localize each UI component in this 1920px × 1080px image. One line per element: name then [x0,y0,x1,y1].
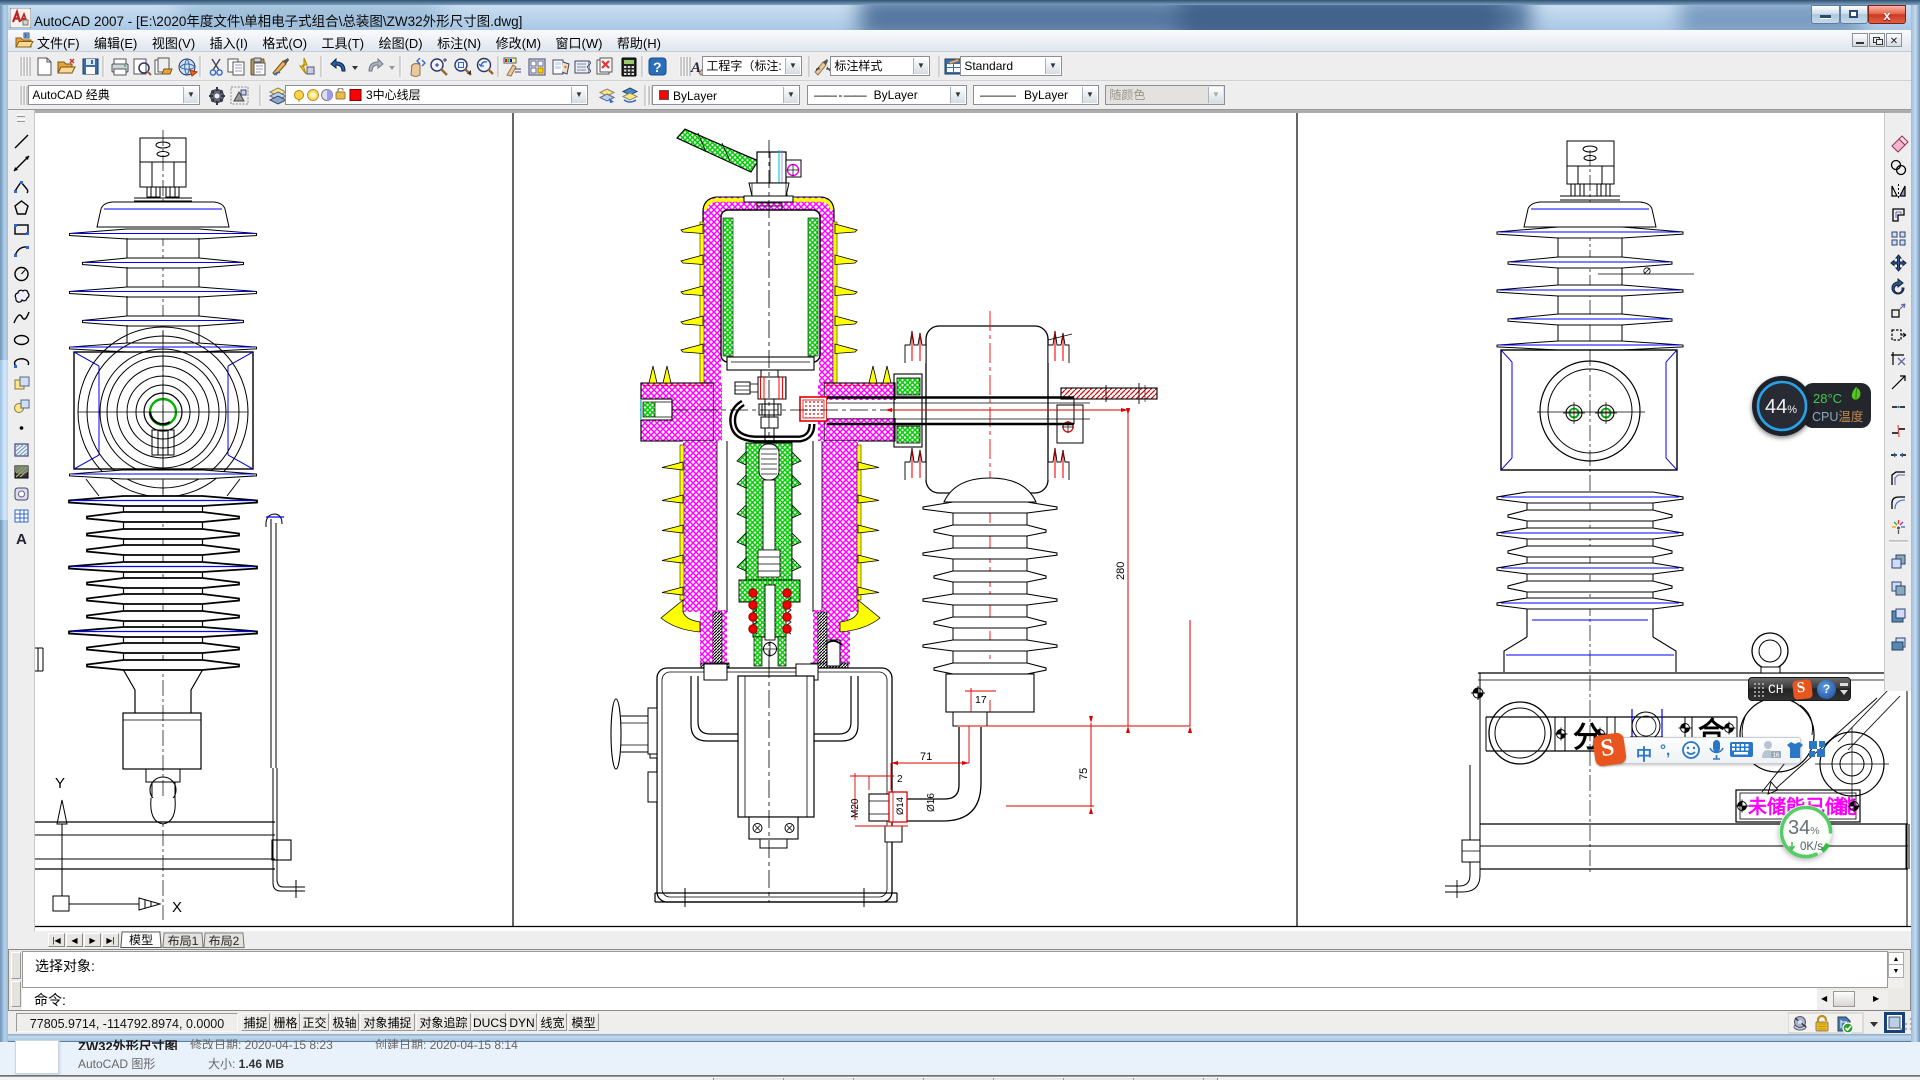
svg-text:Ø16: Ø16 [926,793,937,812]
svg-text:X: X [172,899,182,916]
svg-text:?: ? [653,59,662,75]
svg-text:0K/s: 0K/s [1800,841,1823,853]
svg-text:Y: Y [55,775,65,792]
svg-text:Ø14: Ø14 [895,797,906,815]
svg-text:71: 71 [920,751,932,763]
svg-text:M20: M20 [850,798,861,818]
svg-text:280: 280 [1115,562,1127,580]
svg-text:A: A [16,531,27,548]
svg-text:75: 75 [1078,768,1090,780]
svg-text:17: 17 [975,694,987,706]
svg-text:2: 2 [897,774,903,785]
svg-text:16: 16 [1773,753,1780,759]
